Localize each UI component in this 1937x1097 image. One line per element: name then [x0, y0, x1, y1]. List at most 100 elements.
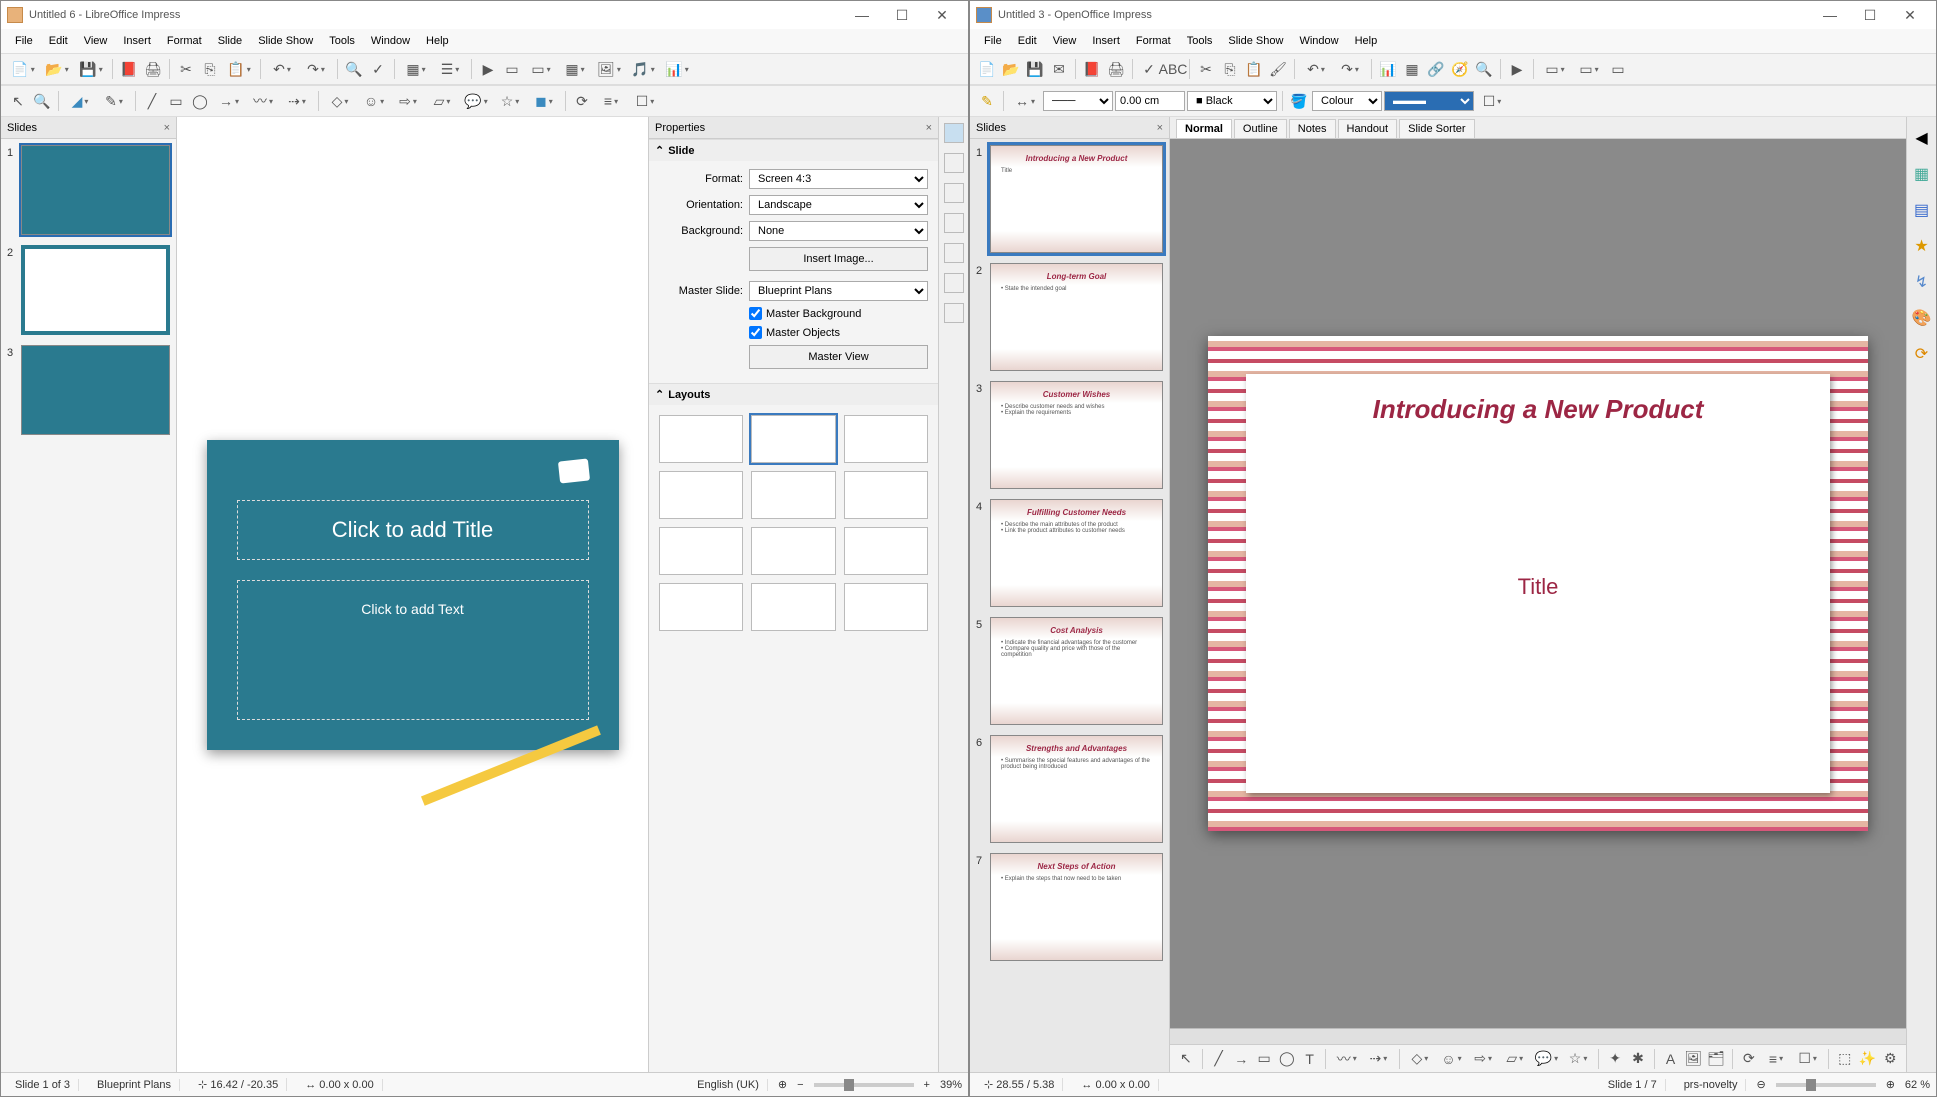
autospell-button[interactable]: ABC [1162, 58, 1184, 80]
fontwork-button[interactable]: A [1661, 1048, 1681, 1070]
print-button[interactable]: 🖨 [1105, 58, 1127, 80]
points-edit-button[interactable]: ✦ [1605, 1048, 1625, 1070]
cut-button[interactable]: ✂ [175, 58, 197, 80]
line-tool[interactable]: ╱ [141, 90, 163, 112]
zoom-tool[interactable]: 🔍 [31, 90, 53, 112]
tab-slidesorter[interactable]: Slide Sorter [1399, 119, 1474, 138]
menu-format[interactable]: Format [1128, 32, 1179, 50]
format-paint-button[interactable]: 🖌 [1267, 58, 1289, 80]
redo-button[interactable]: ↷ [1334, 58, 1366, 80]
layout-blank[interactable] [659, 415, 743, 463]
block-arrows-tool[interactable]: ⇨ [1469, 1048, 1498, 1070]
rect-tool[interactable]: ▭ [1254, 1048, 1274, 1070]
tab-normal[interactable]: Normal [1176, 119, 1232, 138]
menu-format[interactable]: Format [159, 32, 210, 50]
layout-12[interactable] [844, 583, 928, 631]
menu-slideshow[interactable]: Slide Show [1220, 32, 1291, 50]
slide-layout-button[interactable]: ▭ [525, 58, 557, 80]
menu-edit[interactable]: Edit [1010, 32, 1045, 50]
close-panel-icon[interactable]: × [164, 122, 170, 134]
undo-button[interactable]: ↶ [266, 58, 298, 80]
save-button[interactable]: 💾 [75, 58, 107, 80]
master-slide-select[interactable]: Blueprint Plans [749, 281, 928, 301]
line-color-button[interactable]: ✎ [98, 90, 130, 112]
new-button[interactable]: 📄 [7, 58, 39, 80]
menu-view[interactable]: View [76, 32, 116, 50]
layouts-icon[interactable]: ▤ [1911, 199, 1933, 221]
status-zoom[interactable]: 62 % [1905, 1079, 1930, 1091]
slide-title[interactable]: Introducing a New Product [1266, 394, 1810, 425]
grid-button[interactable]: ▦ [400, 58, 432, 80]
paste-button[interactable]: 📋 [223, 58, 255, 80]
table-button[interactable]: ▦ [1401, 58, 1423, 80]
menu-slide[interactable]: Slide [210, 32, 250, 50]
open-button[interactable]: 📂 [41, 58, 73, 80]
export-pdf-button[interactable]: 📕 [118, 58, 140, 80]
stars-tool[interactable]: ☆ [494, 90, 526, 112]
menu-tools[interactable]: Tools [321, 32, 363, 50]
help-icon[interactable]: ⟳ [1911, 343, 1933, 365]
close-properties-icon[interactable]: × [926, 122, 932, 134]
find-button[interactable]: 🔍 [343, 58, 365, 80]
export-pdf-button[interactable]: 📕 [1081, 58, 1103, 80]
navigator-button[interactable]: 🧭 [1449, 58, 1471, 80]
media-button[interactable]: 🎵 [627, 58, 659, 80]
properties-tab-icon[interactable] [944, 123, 964, 143]
zoom-slider[interactable] [814, 1083, 914, 1087]
slide-thumb-2[interactable]: Long-term Goal • State the intended goal [990, 263, 1163, 371]
layout-7[interactable] [659, 527, 743, 575]
slide-master-button[interactable]: ▭ [501, 58, 523, 80]
horizontal-scrollbar[interactable] [1170, 1028, 1906, 1044]
image-button[interactable]: 🖼 [593, 58, 625, 80]
line-style-select[interactable]: ─── [1043, 91, 1113, 111]
gallery-button[interactable]: 🗂 [1706, 1048, 1726, 1070]
close-panel-icon[interactable]: × [1157, 122, 1163, 134]
arrange-button[interactable]: ☐ [629, 90, 661, 112]
text-placeholder[interactable]: Click to add Text [237, 580, 589, 720]
insert-image-button[interactable]: Insert Image... [749, 247, 928, 271]
new-button[interactable]: 📄 [976, 58, 998, 80]
slide-section-header[interactable]: ⌃Slide [649, 139, 938, 161]
paste-button[interactable]: 📋 [1243, 58, 1265, 80]
ellipse-tool[interactable]: ◯ [1277, 1048, 1297, 1070]
layout-6[interactable] [844, 471, 928, 519]
transition-tab-icon[interactable] [944, 243, 964, 263]
area-fill-button[interactable]: 🪣 [1288, 90, 1310, 112]
chart-button[interactable]: 📊 [661, 58, 693, 80]
fill-color-select[interactable]: ▬▬▬ [1384, 91, 1474, 111]
tab-handout[interactable]: Handout [1338, 119, 1398, 138]
callout-tool[interactable]: 💬 [460, 90, 492, 112]
zoom-button[interactable]: 🔍 [1473, 58, 1495, 80]
table-button[interactable]: ▦ [559, 58, 591, 80]
status-zoom[interactable]: 39% [940, 1079, 962, 1091]
close-button[interactable]: ✕ [922, 3, 962, 27]
orientation-select[interactable]: Landscape [749, 195, 928, 215]
rotate-button[interactable]: ⟳ [571, 90, 593, 112]
connector-tool[interactable]: ⇢ [281, 90, 313, 112]
animation-button[interactable]: ✨ [1858, 1048, 1878, 1070]
menu-view[interactable]: View [1045, 32, 1085, 50]
slide-layout-button[interactable]: ▭ [1573, 58, 1605, 80]
zoom-out-button[interactable]: ⊖ [1756, 1078, 1765, 1091]
slideshow-button[interactable]: ▶ [1506, 58, 1528, 80]
save-button[interactable]: 💾 [1024, 58, 1046, 80]
rotate-button[interactable]: ⟳ [1739, 1048, 1759, 1070]
arrow-style-button[interactable]: ✎ [976, 90, 998, 112]
layouts-section-header[interactable]: ⌃Layouts [649, 383, 938, 405]
spellcheck-button[interactable]: ✓ [1138, 58, 1160, 80]
text-tool[interactable]: T [1300, 1048, 1320, 1070]
editor-area[interactable]: Introducing a New Product Title [1170, 139, 1906, 1028]
slide-canvas[interactable]: Click to add Title Click to add Text [207, 440, 619, 750]
start-slideshow-button[interactable]: ▶ [477, 58, 499, 80]
menu-edit[interactable]: Edit [41, 32, 76, 50]
new-slide-button[interactable]: ▭ [1607, 58, 1629, 80]
extrusion-button[interactable]: ⬚ [1835, 1048, 1855, 1070]
symbol-shapes-tool[interactable]: ☺ [1437, 1048, 1466, 1070]
chart-button[interactable]: 📊 [1377, 58, 1399, 80]
minimize-button[interactable]: — [842, 3, 882, 27]
arrange-button[interactable]: ☐ [1793, 1048, 1822, 1070]
master-pages-icon[interactable]: ▦ [1911, 163, 1933, 185]
zoom-out-button[interactable]: − [797, 1079, 803, 1091]
table-design-icon[interactable]: ★ [1911, 235, 1933, 257]
show-taskpane-icon[interactable]: ◀ [1911, 127, 1933, 149]
